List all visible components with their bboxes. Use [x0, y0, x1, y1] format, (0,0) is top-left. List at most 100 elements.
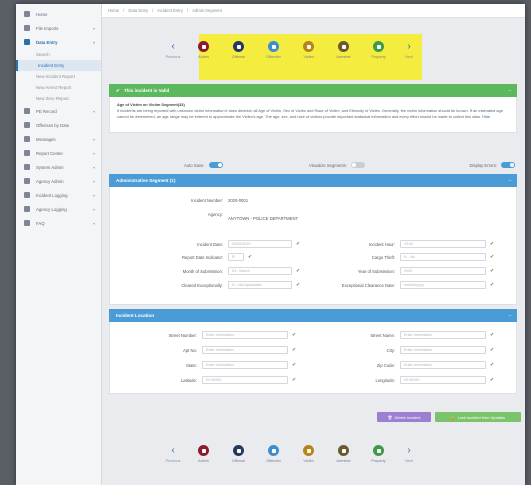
cargo-theft-select[interactable]: N - No [400, 253, 486, 261]
cleared-select[interactable]: N - Not Applicable [228, 281, 292, 289]
sidebar-item[interactable]: Incident Logging ▾ [16, 188, 101, 202]
sidebar-item[interactable]: Agency Logging ▾ [16, 202, 101, 216]
lock-incident-button[interactable]: 🔒 Lock Incident from Updates [435, 412, 521, 422]
delete-incident-button[interactable]: 🗑 Delete Incident [377, 412, 431, 422]
year-submission-select[interactable]: 2020 [400, 267, 486, 275]
step-arrestee[interactable]: Arrestee [326, 41, 361, 59]
sidebar-item-label: Report Center [36, 150, 63, 156]
breadcrumb-home[interactable]: Home [108, 8, 119, 13]
check-icon: ✔ [296, 282, 301, 288]
step-label: Arrestee [336, 459, 351, 463]
incident-hour-select[interactable]: 13:00 [400, 240, 486, 248]
sidebar-item[interactable]: File Imports ▾ [16, 21, 101, 35]
street-number-input[interactable]: Enter Information [202, 331, 288, 339]
lock-incident-label: Lock Incident from Updates [457, 414, 506, 420]
collapse-icon[interactable]: – [508, 178, 511, 183]
agency-value: ANYTOWN - POLICE DEPARTMENT [228, 215, 299, 221]
visualize-switch[interactable] [350, 162, 365, 168]
collapse-icon[interactable]: – [508, 88, 511, 93]
visualize-toggle[interactable]: Visualize Segments: [309, 162, 365, 168]
step-icon [303, 41, 314, 52]
zip-input[interactable]: Enter Information [400, 361, 486, 369]
chevron-down-icon: ▾ [92, 136, 95, 142]
sidebar-item[interactable]: FAQ ▾ [16, 216, 101, 230]
menu-icon [24, 220, 30, 226]
auto-save-switch[interactable] [208, 162, 223, 168]
latitude-input[interactable]: 00.00000 [202, 376, 288, 384]
check-icon: ✔ [248, 254, 253, 260]
step-offense[interactable]: Offense [221, 41, 256, 59]
chevron-down-icon: ▾ [92, 192, 95, 198]
step-arrestee[interactable]: Arrestee [326, 445, 361, 463]
display-errors-toggle[interactable]: Display Errors: [470, 162, 515, 168]
sidebar: Home File Imports ▾ Data Entry ▾ Search Incide… [16, 4, 102, 485]
validation-header: ✔ This incident is Valid – [109, 84, 517, 97]
next-button-bottom[interactable]: › Next [396, 445, 422, 463]
step-icon [198, 41, 209, 52]
admin-segment-panel: Administrative Segment (1) – Incident Nu… [109, 174, 517, 305]
step-icon [303, 445, 314, 456]
step-admin[interactable]: Admin [186, 445, 221, 463]
longitude-input[interactable]: 00.00000 [400, 376, 486, 384]
sidebar-item[interactable]: System Admin ▾ [16, 160, 101, 174]
month-submission-label: Month of Submission: [182, 268, 223, 274]
sidebar-item[interactable]: New Arrest Report [16, 82, 101, 93]
sidebar-item[interactable]: Offenses by Date [16, 118, 101, 132]
chevron-left-icon: ‹ [171, 41, 175, 52]
step-icon [338, 41, 349, 52]
city-input[interactable]: Enter Information [400, 346, 486, 354]
check-icon: ✔ [490, 282, 495, 288]
step-offense[interactable]: Offense [221, 445, 256, 463]
visualize-label: Visualize Segments: [309, 162, 347, 168]
sidebar-item[interactable]: Incident Entry [16, 60, 101, 71]
report-date-select[interactable]: R [228, 253, 244, 261]
hide-link[interactable]: Hide [482, 114, 490, 119]
state-input[interactable]: Enter Information [202, 361, 288, 369]
step-label: Property [371, 55, 386, 59]
breadcrumb-data-entry[interactable]: Data Entry [128, 8, 148, 13]
apt-row: Apt No: Enter Information ✔ [110, 345, 296, 355]
breadcrumb-incident-entry[interactable]: Incident Entry [157, 8, 183, 13]
main-content: Home / Data Entry / Incident Entry / Admin … [102, 4, 525, 485]
latitude-label: Latitude: [180, 377, 197, 383]
next-button[interactable]: › Next [396, 41, 422, 59]
sidebar-item[interactable]: Data Entry ▾ [16, 35, 101, 49]
step-offender[interactable]: Offender [256, 41, 291, 59]
display-errors-switch[interactable] [501, 162, 515, 168]
collapse-icon[interactable]: – [508, 313, 511, 318]
street-name-input[interactable]: Enter Information [400, 331, 486, 339]
step-admin[interactable]: Admin [186, 41, 221, 59]
sidebar-item[interactable]: Search [16, 49, 101, 60]
apt-input[interactable]: Enter Information [202, 346, 288, 354]
sidebar-item-label: Home [36, 11, 48, 17]
chevron-down-icon: ▾ [92, 39, 95, 45]
admin-segment-header: Administrative Segment (1) – [109, 174, 517, 187]
sidebar-item[interactable]: Messages ▾ [16, 132, 101, 146]
check-icon: ✔ [296, 268, 301, 274]
previous-button[interactable]: ‹ Previous [160, 41, 186, 59]
chevron-down-icon: ▾ [92, 178, 95, 184]
step-property[interactable]: Property [361, 445, 396, 463]
auto-save-toggle[interactable]: Auto Save: [184, 162, 223, 168]
step-victim[interactable]: Victim [291, 445, 326, 463]
previous-button-bottom[interactable]: ‹ Previous [160, 445, 186, 463]
sidebar-item[interactable]: Home [16, 7, 101, 21]
sidebar-item[interactable]: New Incident Report [16, 71, 101, 82]
month-submission-select[interactable]: 03 - March [228, 267, 292, 275]
incident-date-input[interactable]: 03/05/2020 [228, 240, 292, 248]
check-icon: ✔ [490, 362, 495, 368]
exceptional-clearance-input[interactable]: mm/dd/yyyy [400, 281, 486, 289]
sidebar-item[interactable]: PE Record ▾ [16, 104, 101, 118]
sidebar-item-label: PE Record [36, 108, 57, 114]
sidebar-item[interactable]: Agency Admin ▾ [16, 174, 101, 188]
step-victim[interactable]: Victim [291, 41, 326, 59]
menu-icon [24, 122, 30, 128]
step-offender[interactable]: Offender [256, 445, 291, 463]
sidebar-item[interactable]: Report Center ▾ [16, 146, 101, 160]
trash-icon: 🗑 [387, 414, 393, 420]
sidebar-item[interactable]: New Zero Report [16, 93, 101, 104]
menu-icon [24, 39, 30, 45]
step-property[interactable]: Property [361, 41, 396, 59]
sidebar-item-label: Incident Logging [36, 192, 68, 198]
report-date-row: Report Date Indicator: R ✔ [110, 252, 252, 262]
